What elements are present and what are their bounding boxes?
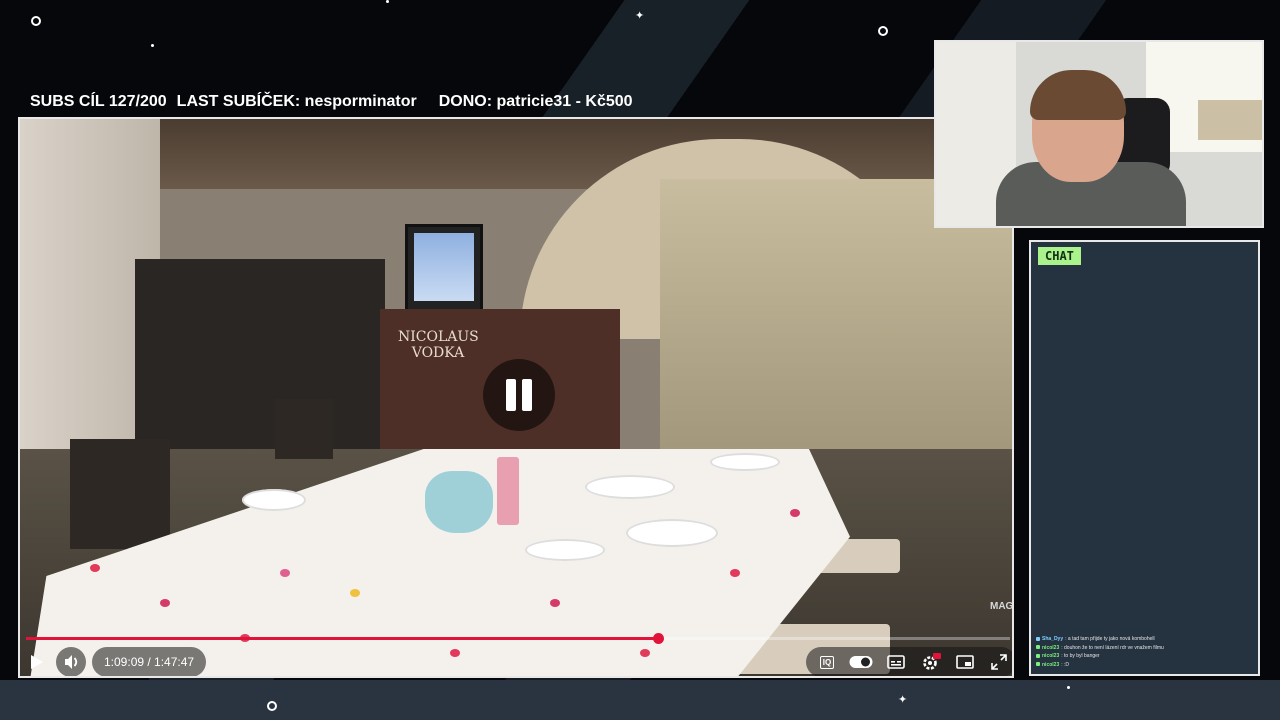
toggle-icon — [849, 656, 873, 668]
sparkle-ring — [878, 26, 888, 36]
play-button[interactable] — [22, 647, 52, 676]
stream-info-bar: SUBS CÍL 127/200 LAST SUBÍČEK: nespormin… — [30, 93, 643, 113]
fullscreen-button[interactable] — [984, 647, 1012, 676]
scene-chair — [275, 399, 333, 459]
video-player[interactable]: NICOLAUS VODKA MAG 1:09:09 / 1:47:47 IQ — [18, 117, 1014, 678]
scene-vase — [425, 471, 493, 533]
scene-screen — [405, 224, 483, 312]
progress-bar[interactable] — [26, 633, 1010, 644]
miniplayer-button[interactable] — [950, 647, 980, 676]
progress-scrubber[interactable] — [652, 633, 664, 644]
chat-badge-icon — [1036, 636, 1040, 641]
chat-username[interactable]: Sha_Dyy — [1042, 636, 1063, 642]
scene-plate — [242, 489, 306, 511]
chat-text: : :D — [1061, 661, 1070, 668]
scene-plate — [710, 453, 780, 471]
scene-plate — [585, 475, 675, 499]
webcam-feed — [934, 40, 1264, 228]
fullscreen-icon — [991, 654, 1007, 670]
chat-username[interactable]: nicol23 — [1042, 662, 1059, 668]
chat-message: Sha_Dyy: a tad tam přijde ty jako nová k… — [1036, 635, 1256, 644]
video-watermark: MAG — [990, 601, 1012, 612]
chat-panel[interactable]: CHAT Sha_Dyy: a tad tam přijde ty jako n… — [1029, 240, 1260, 676]
scene-plate — [626, 519, 718, 547]
cam-bed — [1198, 100, 1262, 140]
subtitles-button[interactable] — [881, 647, 911, 676]
pause-icon-bar — [522, 379, 532, 411]
settings-button[interactable] — [916, 647, 946, 676]
chat-badge-icon — [1036, 645, 1040, 650]
chat-text: : a tad tam přijde ty jako nová kombohel… — [1065, 636, 1155, 642]
scene-plate — [525, 539, 605, 561]
scene-bar-sign: NICOLAUS VODKA — [398, 329, 479, 361]
sparkle-ring — [267, 701, 277, 711]
play-icon — [31, 655, 43, 669]
gear-icon — [923, 653, 941, 670]
volume-button[interactable] — [56, 647, 86, 676]
time-display: 1:09:09 / 1:47:47 — [92, 647, 207, 676]
scene-shelf — [135, 259, 385, 479]
sparkle-ring — [31, 16, 41, 26]
chat-badge-icon — [1036, 662, 1040, 667]
scene-chair — [70, 439, 170, 549]
iq-icon: IQ — [819, 655, 835, 669]
subs-goal: SUBS CÍL 127/200 — [30, 93, 167, 110]
chat-message: nicol23: :D — [1036, 661, 1256, 670]
iq-button[interactable]: IQ — [812, 647, 842, 676]
sparkle-dot — [151, 44, 154, 47]
cam-streamer-hair — [1030, 70, 1126, 120]
progress-fill — [26, 637, 658, 640]
sparkle-dot — [1067, 686, 1070, 689]
chat-text: : to by byl banger — [1061, 653, 1100, 659]
sparkle-star: ✦ — [898, 693, 908, 706]
pause-icon — [506, 379, 516, 411]
chat-title: CHAT — [1038, 247, 1081, 265]
volume-icon — [65, 655, 78, 669]
chat-messages: Sha_Dyy: a tad tam přijde ty jako nová k… — [1036, 635, 1256, 669]
sparkle-star: ✦ — [635, 9, 645, 22]
autoplay-toggle[interactable] — [846, 647, 876, 676]
chat-badge-icon — [1036, 653, 1040, 658]
last-donation: DONO: patricie31 - Kč500 — [438, 93, 633, 110]
chat-username[interactable]: nicol23 — [1042, 645, 1059, 651]
chat-message: nicol23: to by byl banger — [1036, 652, 1256, 661]
bottom-strip — [0, 680, 1280, 720]
last-sub: LAST SUBÍČEK: nesporminator — [176, 93, 417, 110]
chat-message: nicol23: douhon že to není lázení rdr ve… — [1036, 644, 1256, 653]
chat-text: : douhon že to není lázení rdr ve vnažem… — [1061, 644, 1164, 651]
chat-username[interactable]: nicol23 — [1042, 653, 1059, 659]
pause-overlay[interactable] — [483, 359, 555, 431]
miniplayer-icon — [956, 655, 974, 669]
sparkle-dot — [386, 0, 389, 3]
scene-can — [497, 457, 519, 525]
subtitles-icon — [887, 655, 905, 669]
